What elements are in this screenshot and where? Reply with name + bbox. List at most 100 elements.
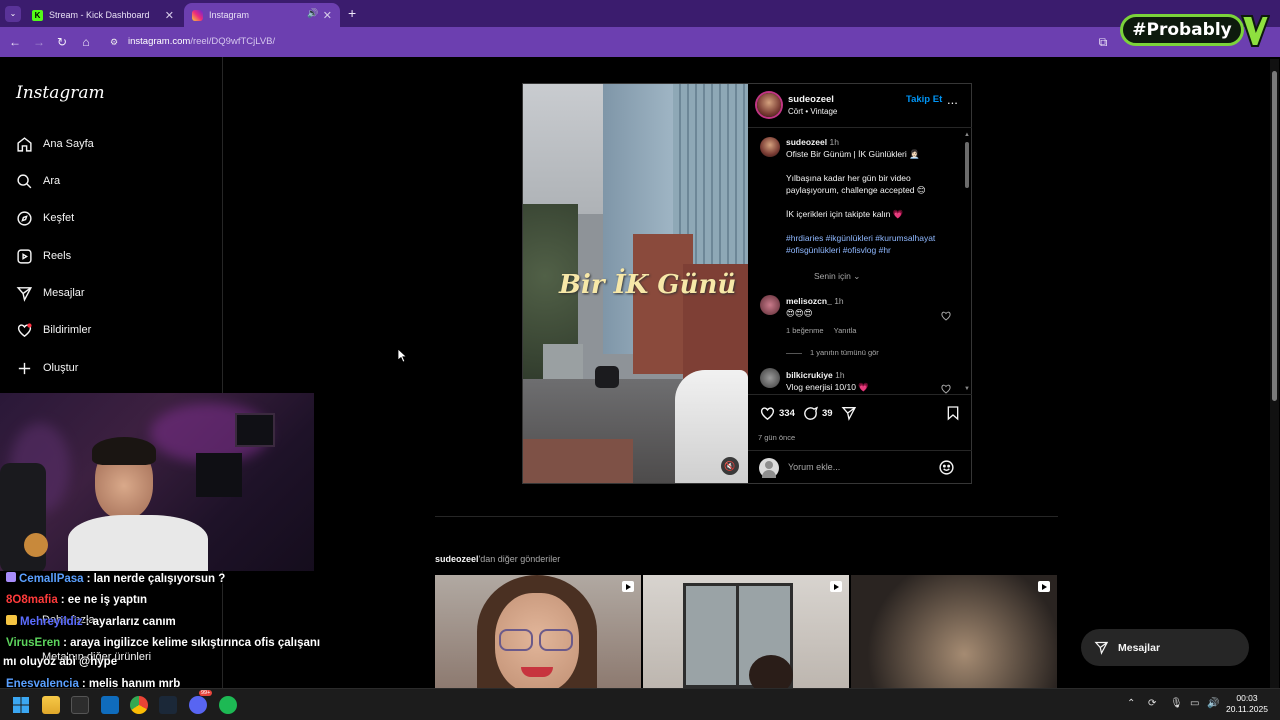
scroll-up-icon[interactable]: ▲ [964,132,970,138]
emoji-icon[interactable] [938,459,955,476]
mute-icon[interactable]: 🔇 [721,457,739,475]
file-explorer-icon[interactable] [42,696,60,714]
sidebar-item-search[interactable]: Ara [16,170,60,192]
reply-button[interactable]: Yanıtla [834,326,857,335]
probably-overlay: #Probably [1120,12,1270,50]
address-bar[interactable]: ⚙ instagram.com/reel/DQ9wfTCjLVB/ [104,31,1114,53]
chat-username: VirusEren [6,637,61,649]
post-thumbnail[interactable] [435,575,641,688]
url-path: /reel/DQ9wfTCjLVB/ [190,36,276,47]
scroll-thumb[interactable] [965,142,969,188]
stream-chat-overlay: CemallPasa: lan nerde çalışıyorsun ? 8O8… [0,570,330,690]
probably-badge: #Probably [1120,14,1244,46]
spotify-icon[interactable] [219,696,237,714]
more-options-icon[interactable]: ... [947,92,958,107]
author-avatar[interactable] [757,93,781,117]
comments-scrollbar[interactable]: ▲ ▼ [964,132,970,394]
forward-icon[interactable]: → [30,33,48,51]
outlook-icon[interactable] [101,696,119,714]
sidebar-item-explore[interactable]: Keşfet [16,207,74,229]
caption-line: Yılbaşına kadar her gün bir video [786,173,911,183]
comment-likes[interactable]: 1 beğenme [786,326,824,335]
start-icon[interactable] [12,696,30,714]
chrome-icon[interactable] [130,696,148,714]
hashtags[interactable]: #ofisgünlükleri #ofisvlog #hr [786,244,891,256]
close-tab-icon[interactable]: ✕ [323,9,332,22]
sidebar-item-messages[interactable]: Mesajlar [16,282,85,304]
tab-list-chevron-icon[interactable]: ⌄ [5,6,21,22]
comment-avatar[interactable] [760,295,780,315]
chat-username: 8O8mafia [6,594,58,606]
post-thumbnail[interactable] [643,575,849,688]
chat-badge-icon [6,572,16,582]
reload-icon[interactable]: ↻ [53,33,71,51]
share-icon[interactable] [841,405,857,421]
reel-badge-icon [1038,581,1050,592]
reel-video[interactable]: Bir İK Günü 🔇 [523,84,748,483]
audio-track[interactable]: Cört • Vintage [788,107,837,116]
sidebar-item-notifications[interactable]: Bildirimler [16,319,91,341]
send-icon [16,286,33,302]
view-replies[interactable]: 1 yanıtın tümünü gör [786,347,879,359]
sidebar-item-create[interactable]: Oluştur [16,357,78,379]
system-clock[interactable]: 00:03 20.11.2025 [1222,693,1272,715]
save-icon[interactable] [945,405,961,421]
follow-button[interactable]: Takip Et [906,94,942,105]
comment-like-icon[interactable] [940,383,952,394]
more-posts-user[interactable]: sudeozeel [435,554,479,564]
sidebar-item-home[interactable]: Ana Sayfa [16,133,94,155]
sync-icon[interactable]: ⟳ [1148,698,1156,709]
like-count[interactable]: 334 [779,408,795,419]
steam-icon[interactable] [159,696,177,714]
hashtags[interactable]: #hrdiaries #ikgünlükleri #kurumsalhayat [786,232,935,244]
author-username[interactable]: sudeozeel [788,94,834,105]
post-thumbnail[interactable] [851,575,1057,688]
tab-kick-dashboard[interactable]: K Stream - Kick Dashboard ✕ [24,3,182,27]
tab-label: Stream - Kick Dashboard [49,10,150,20]
comment-username[interactable]: bilkicrukiye [786,370,833,380]
comment-time: 1h [835,370,845,380]
discord-icon[interactable]: 99+ [189,690,213,714]
for-you-toggle[interactable]: Senin için ⌄ [814,270,860,282]
url-host: instagram.com [128,36,191,47]
comment-meta: 1 beğenme Yanıtla [786,325,856,337]
site-info-icon[interactable]: ⚙ [110,31,118,53]
messages-button[interactable]: Mesajlar [1081,629,1249,666]
tab-instagram[interactable]: Instagram 🔊 ✕ [184,3,340,27]
microphone-icon[interactable]: 🎙 [1170,698,1183,709]
home-icon[interactable]: ⌂ [77,33,95,51]
page-scrollbar[interactable] [1270,59,1279,688]
comment-username[interactable]: melisozcn_ [786,296,832,306]
comment-avatar[interactable] [760,368,780,388]
scroll-down-icon[interactable]: ▼ [964,386,970,392]
close-tab-icon[interactable]: ✕ [165,9,174,22]
audio-playing-icon[interactable]: 🔊 [307,8,318,19]
sidebar-item-reels[interactable]: Reels [16,245,71,267]
sidebar-item-label: Reels [43,250,72,262]
comment-text: 😍😍😍 [786,308,813,318]
posted-time: 7 gün önce [758,433,796,442]
tray-chevron-icon[interactable]: ⌃ [1127,698,1135,709]
reel-post: Bir İK Günü 🔇 sudeozeel Cört • Vintage T… [522,83,972,484]
comment-like-icon[interactable] [940,310,952,322]
network-icon[interactable]: ▭ [1190,698,1199,709]
chat-message: 8O8mafia: ee ne iş yaptın [6,594,147,606]
caption-username[interactable]: sudeozeel [786,137,827,147]
comment-header: melisozcn_ 1h [786,295,844,307]
page-scroll-thumb[interactable] [1272,71,1277,401]
caption-avatar[interactable] [760,137,780,157]
comment-count[interactable]: 39 [822,408,833,419]
instagram-logo[interactable]: Instagram [16,83,105,103]
back-icon[interactable]: ← [6,33,24,51]
new-tab-button[interactable]: + [348,5,356,21]
volume-icon[interactable]: 🔊 [1207,698,1219,709]
comment-input[interactable]: Yorum ekle... [788,462,840,472]
install-app-icon[interactable]: ⧉ [1094,33,1112,51]
like-icon[interactable] [759,405,776,422]
add-comment-bar: Yorum ekle... [748,450,972,483]
comment-icon[interactable] [802,405,819,422]
chat-message: VirusEren: araya ingilizce kelime sıkışt… [6,637,320,649]
browser-tab-bar: ⌄ K Stream - Kick Dashboard ✕ Instagram … [0,0,1280,27]
store-icon[interactable] [71,696,89,714]
caption-line: Ofiste Bir Günüm | İK Günlükleri 👩🏻‍💼 [786,149,920,159]
